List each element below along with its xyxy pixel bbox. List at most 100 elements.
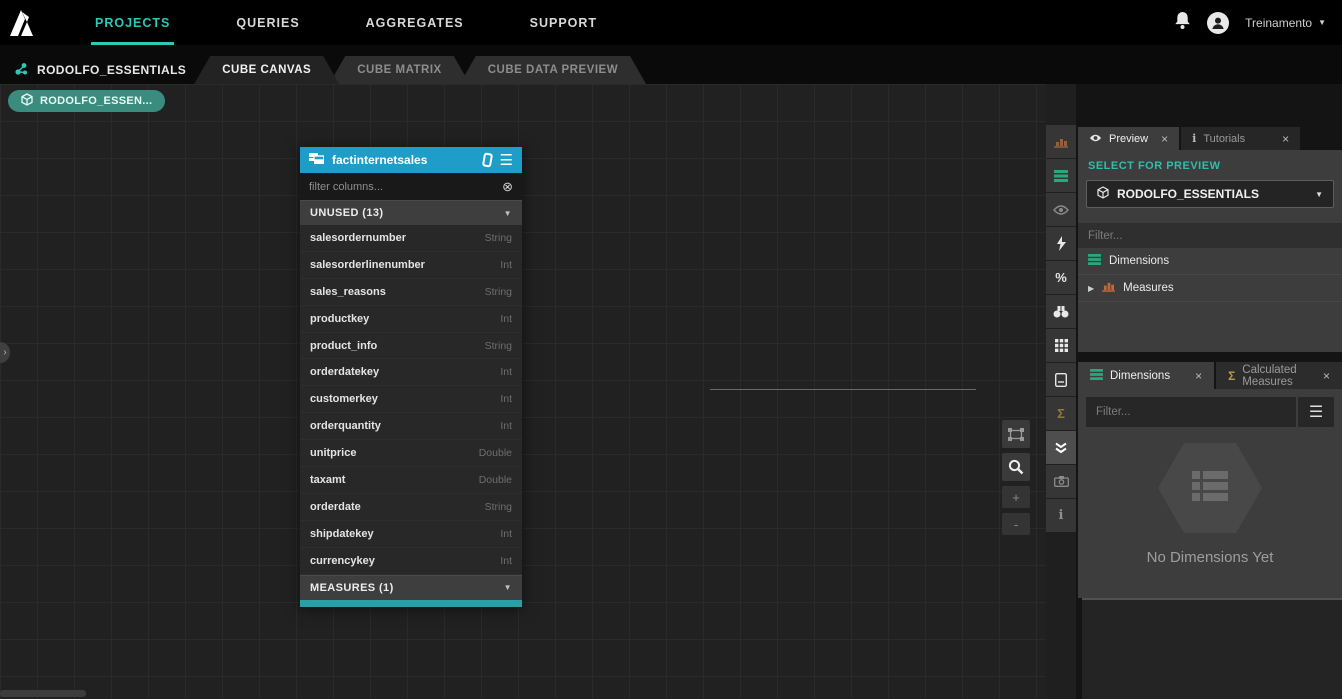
- hexagon-badge: [1158, 443, 1262, 533]
- double-chevron-down-icon[interactable]: [1046, 431, 1076, 464]
- info-icon: i: [1192, 132, 1196, 145]
- nav-item-queries[interactable]: QUERIES: [203, 0, 332, 45]
- preview-filter-input[interactable]: [1078, 230, 1342, 242]
- user-menu[interactable]: Treinamento▼: [1245, 16, 1326, 30]
- dimensions-filter-input[interactable]: [1086, 406, 1296, 418]
- tab-dimensions[interactable]: Dimensions ×: [1078, 362, 1214, 389]
- left-panel-toggle[interactable]: ›: [0, 342, 10, 363]
- zoom-out-button[interactable]: -: [1002, 513, 1030, 535]
- tree-item-measures[interactable]: ▶ Measures: [1078, 275, 1342, 302]
- preview-tab-row: Preview × i Tutorials ×: [1078, 127, 1300, 150]
- column-type: String: [485, 232, 512, 244]
- filter-options-icon[interactable]: ☰: [1298, 397, 1334, 427]
- zoom-in-button[interactable]: +: [1002, 486, 1030, 508]
- column-row[interactable]: orderquantity Int: [300, 413, 522, 440]
- tab-preview[interactable]: Preview ×: [1078, 127, 1179, 150]
- chevron-down-icon: ▼: [1315, 190, 1323, 199]
- column-row[interactable]: sales_reasons String: [300, 279, 522, 306]
- eye-icon: [1089, 133, 1102, 145]
- canvas-zoom-controls: + -: [1002, 420, 1030, 535]
- close-icon[interactable]: ×: [1282, 132, 1289, 146]
- close-icon[interactable]: ×: [1161, 132, 1168, 146]
- table-icon[interactable]: [1046, 159, 1076, 192]
- column-row[interactable]: productkey Int: [300, 306, 522, 333]
- column-row[interactable]: shipdatekey Int: [300, 521, 522, 548]
- percent-icon[interactable]: %: [1046, 261, 1076, 294]
- clear-filter-icon[interactable]: ⊗: [502, 179, 513, 195]
- preview-filter-row: [1078, 223, 1342, 248]
- tree-item-dimensions[interactable]: Dimensions: [1078, 248, 1342, 275]
- column-name: currencykey: [310, 555, 500, 567]
- project-chip[interactable]: RODOLFO_ESSEN...: [8, 90, 165, 112]
- bell-icon[interactable]: [1174, 11, 1191, 35]
- nav-item-support[interactable]: SUPPORT: [497, 0, 630, 45]
- tab-cube-data-preview[interactable]: CUBE DATA PREVIEW: [460, 56, 646, 84]
- column-row[interactable]: orderdatekey Int: [300, 359, 522, 386]
- column-type: String: [485, 286, 512, 298]
- column-name: sales_reasons: [310, 286, 485, 298]
- close-icon[interactable]: ×: [1323, 369, 1330, 383]
- grid-icon[interactable]: [1046, 329, 1076, 362]
- dimensions-panel: ☰ N: [1078, 389, 1342, 598]
- atscale-logo-icon[interactable]: [0, 0, 46, 45]
- chevron-right-icon[interactable]: ▶: [1088, 284, 1094, 293]
- column-row[interactable]: orderdate String: [300, 494, 522, 521]
- column-list: salesordernumber String salesorderlinenu…: [300, 225, 522, 575]
- cube-select-dropdown[interactable]: RODOLFO_ESSENTIALS ▼: [1086, 180, 1334, 208]
- card-filter-row: ⊗: [300, 173, 522, 200]
- main-area: RODOLFO_ESSEN... › factinterne: [0, 84, 1342, 699]
- column-row[interactable]: salesordernumber String: [300, 225, 522, 252]
- column-type: Int: [500, 555, 512, 567]
- tab-cube-matrix[interactable]: CUBE MATRIX: [329, 56, 470, 84]
- chevron-down-icon: ▼: [504, 583, 512, 592]
- measures-section-header[interactable]: MEASURES (1) ▼: [300, 575, 522, 600]
- column-row[interactable]: salesorderlinenumber Int: [300, 252, 522, 279]
- column-name: unitprice: [310, 447, 479, 459]
- tab-calculated-measures[interactable]: Σ Calculated Measures ×: [1216, 362, 1342, 389]
- sigma-icon[interactable]: Σ: [1046, 397, 1076, 430]
- nav-item-aggregates[interactable]: AGGREGATES: [333, 0, 497, 45]
- column-row[interactable]: product_info String: [300, 333, 522, 360]
- horizontal-scrollbar[interactable]: [0, 690, 86, 697]
- column-type: Int: [500, 528, 512, 540]
- column-row[interactable]: unitprice Double: [300, 440, 522, 467]
- eye-icon[interactable]: [1046, 193, 1076, 226]
- column-type: Int: [500, 313, 512, 325]
- table-icon: [1088, 254, 1101, 268]
- empty-state-text: No Dimensions Yet: [1147, 549, 1274, 566]
- column-type: Int: [500, 366, 512, 378]
- filter-columns-input[interactable]: [309, 181, 496, 193]
- select-for-preview-label: SELECT FOR PREVIEW: [1078, 150, 1342, 180]
- preview-panel: SELECT FOR PREVIEW RODOLFO_ESSENTIALS ▼: [1078, 150, 1342, 352]
- nav-right: Treinamento▼: [1174, 11, 1342, 35]
- fit-screen-button[interactable]: [1002, 420, 1030, 448]
- column-name: salesordernumber: [310, 232, 485, 244]
- tab-cube-canvas[interactable]: CUBE CANVAS: [194, 56, 339, 84]
- camera-icon[interactable]: [1046, 465, 1076, 498]
- project-breadcrumb[interactable]: RODOLFO_ESSENTIALS: [0, 56, 204, 84]
- tab-tutorials[interactable]: i Tutorials ×: [1181, 127, 1300, 150]
- card-menu-icon[interactable]: ☰: [500, 153, 513, 168]
- key-icon[interactable]: [481, 152, 492, 167]
- close-icon[interactable]: ×: [1195, 369, 1202, 383]
- table-card-header[interactable]: factinternetsales ☰: [300, 147, 522, 173]
- column-name: orderdatekey: [310, 366, 500, 378]
- dimensions-tab-row: Dimensions × Σ Calculated Measures ×: [1078, 362, 1342, 389]
- table-card-factinternetsales[interactable]: factinternetsales ☰ ⊗ UNUSED (13) ▼ sale…: [300, 147, 522, 607]
- column-row[interactable]: taxamt Double: [300, 467, 522, 494]
- column-type: Double: [479, 447, 512, 459]
- document-icon[interactable]: [1046, 363, 1076, 396]
- info-icon[interactable]: i: [1046, 499, 1076, 532]
- list-icon: [1192, 471, 1228, 506]
- cube-canvas[interactable]: RODOLFO_ESSEN... › factinterne: [0, 84, 1046, 699]
- column-row[interactable]: currencykey Int: [300, 548, 522, 575]
- nav-item-projects[interactable]: PROJECTS: [62, 0, 203, 45]
- magnifier-button[interactable]: [1002, 453, 1030, 481]
- avatar-icon[interactable]: [1207, 12, 1229, 34]
- bar-chart-icon[interactable]: [1046, 125, 1076, 158]
- bolt-icon[interactable]: [1046, 227, 1076, 260]
- card-resize-handle[interactable]: [300, 600, 522, 607]
- binoculars-icon[interactable]: [1046, 295, 1076, 328]
- unused-section-header[interactable]: UNUSED (13) ▼: [300, 200, 522, 225]
- column-row[interactable]: customerkey Int: [300, 386, 522, 413]
